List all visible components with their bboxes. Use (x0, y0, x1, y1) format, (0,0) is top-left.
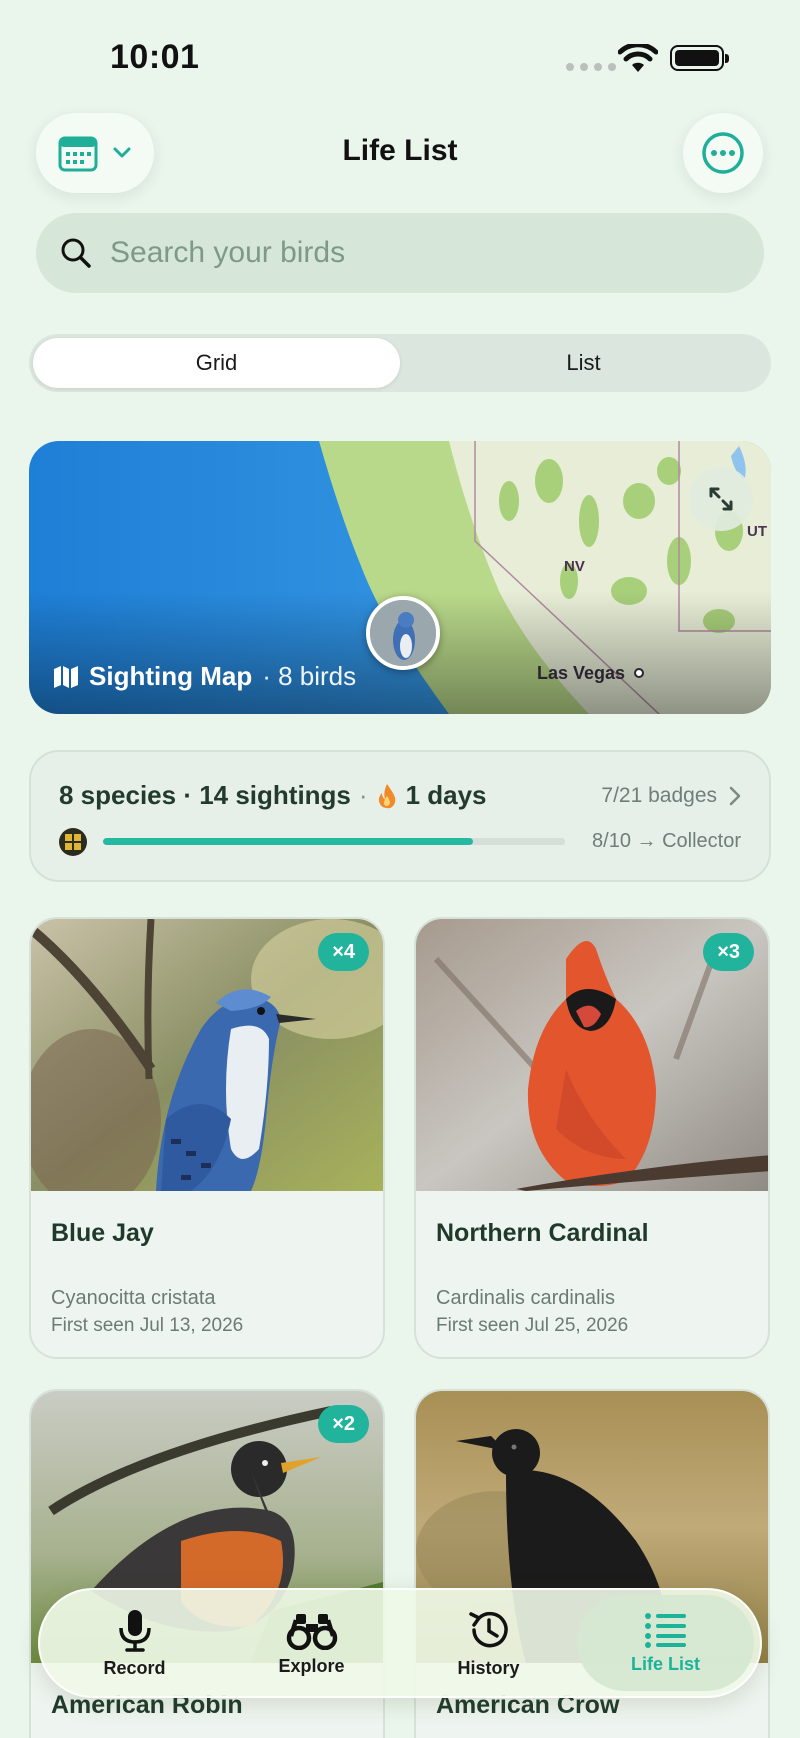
map-sighting-pin[interactable] (366, 596, 440, 670)
tab-record[interactable]: Record (46, 1595, 223, 1691)
expand-icon (709, 487, 733, 511)
sighting-count-badge: ×2 (318, 1405, 369, 1443)
sighting-count-badge: ×4 (318, 933, 369, 971)
tab-explore[interactable]: Explore (223, 1595, 400, 1691)
map-place-las-vegas: Las Vegas (537, 663, 625, 683)
map-bird-count: · 8 birds (262, 661, 357, 691)
microphone-icon (118, 1609, 151, 1652)
signal-icon (566, 63, 616, 71)
collector-progress-label: 8/10 → Collector (592, 830, 741, 852)
bird-scientific-name: Cardinalis cardinalis (436, 1287, 615, 1309)
list-view-button[interactable]: List (400, 338, 767, 388)
badges-count: 7/21 badges (601, 784, 717, 807)
flame-icon (378, 783, 395, 808)
map-icon (54, 665, 78, 688)
map-place-ut: UT (747, 523, 767, 540)
bird-name: Blue Jay (51, 1219, 154, 1247)
ellipsis-circle-icon (702, 132, 744, 174)
page-title: Life List (342, 134, 458, 167)
wifi-icon (618, 44, 658, 72)
map-title-text: Sighting Map (89, 661, 253, 691)
map-place-nv: NV (564, 558, 585, 575)
more-options-button[interactable] (683, 113, 763, 193)
tab-explore-label: Explore (278, 1655, 345, 1676)
badges-link[interactable]: 7/21 badges (601, 784, 741, 808)
stats-summary: 8 species · 14 sightings · 1 days (59, 780, 487, 811)
stats-card[interactable]: 8 species · 14 sightings · 1 days 7/21 b… (29, 750, 771, 882)
tab-history[interactable]: History (400, 1595, 577, 1691)
bird-first-seen: First seen Jul 13, 2026 (51, 1315, 244, 1336)
tab-history-label: History (457, 1657, 520, 1678)
bird-card-northern-cardinal[interactable]: ×3 Northern Cardinal Cardinalis cardinal… (414, 917, 770, 1359)
bird-first-seen: First seen Jul 25, 2026 (436, 1315, 629, 1336)
view-toggle: Grid List (29, 334, 771, 392)
chevron-right-icon (729, 786, 741, 806)
grid-view-button[interactable]: Grid (33, 338, 400, 388)
bird-scientific-name: Cyanocitta cristata (51, 1287, 216, 1309)
collector-badge-icon (59, 828, 87, 856)
blue-jay-thumbnail (370, 600, 436, 666)
collector-progress-fill (103, 838, 473, 845)
tab-record-label: Record (103, 1657, 166, 1678)
sighting-count-badge: ×3 (703, 933, 754, 971)
bird-card-blue-jay[interactable]: ×4 Blue Jay Cyanocitta cristata First se… (29, 917, 385, 1359)
map-title: Sighting Map · 8 birds (53, 661, 356, 692)
list-icon (644, 1612, 686, 1648)
history-icon (468, 1611, 508, 1647)
battery-icon (670, 45, 729, 71)
status-time: 10:01 (110, 38, 200, 76)
species-sightings-count: 8 species · 14 sightings (59, 780, 351, 810)
tab-life-list-label: Life List (630, 1653, 700, 1674)
tab-life-list[interactable]: Life List (577, 1595, 754, 1691)
binoculars-icon (286, 1613, 337, 1650)
search-input[interactable] (110, 236, 710, 270)
streak-days: 1 days (405, 780, 487, 810)
sighting-map[interactable]: NV UT Las Vegas Sighting Map · 8 birds (29, 441, 771, 714)
expand-map-button[interactable] (689, 467, 753, 531)
bird-name: Northern Cardinal (436, 1219, 649, 1247)
stats-separator: · (358, 780, 368, 810)
search-icon (61, 238, 91, 268)
tab-bar: Record Explore History Life List (38, 1588, 762, 1698)
collector-progress-bar (103, 838, 565, 845)
northern-cardinal-photo: ×3 (416, 919, 768, 1191)
blue-jay-photo: ×4 (31, 919, 383, 1191)
search-bar[interactable] (36, 213, 764, 293)
